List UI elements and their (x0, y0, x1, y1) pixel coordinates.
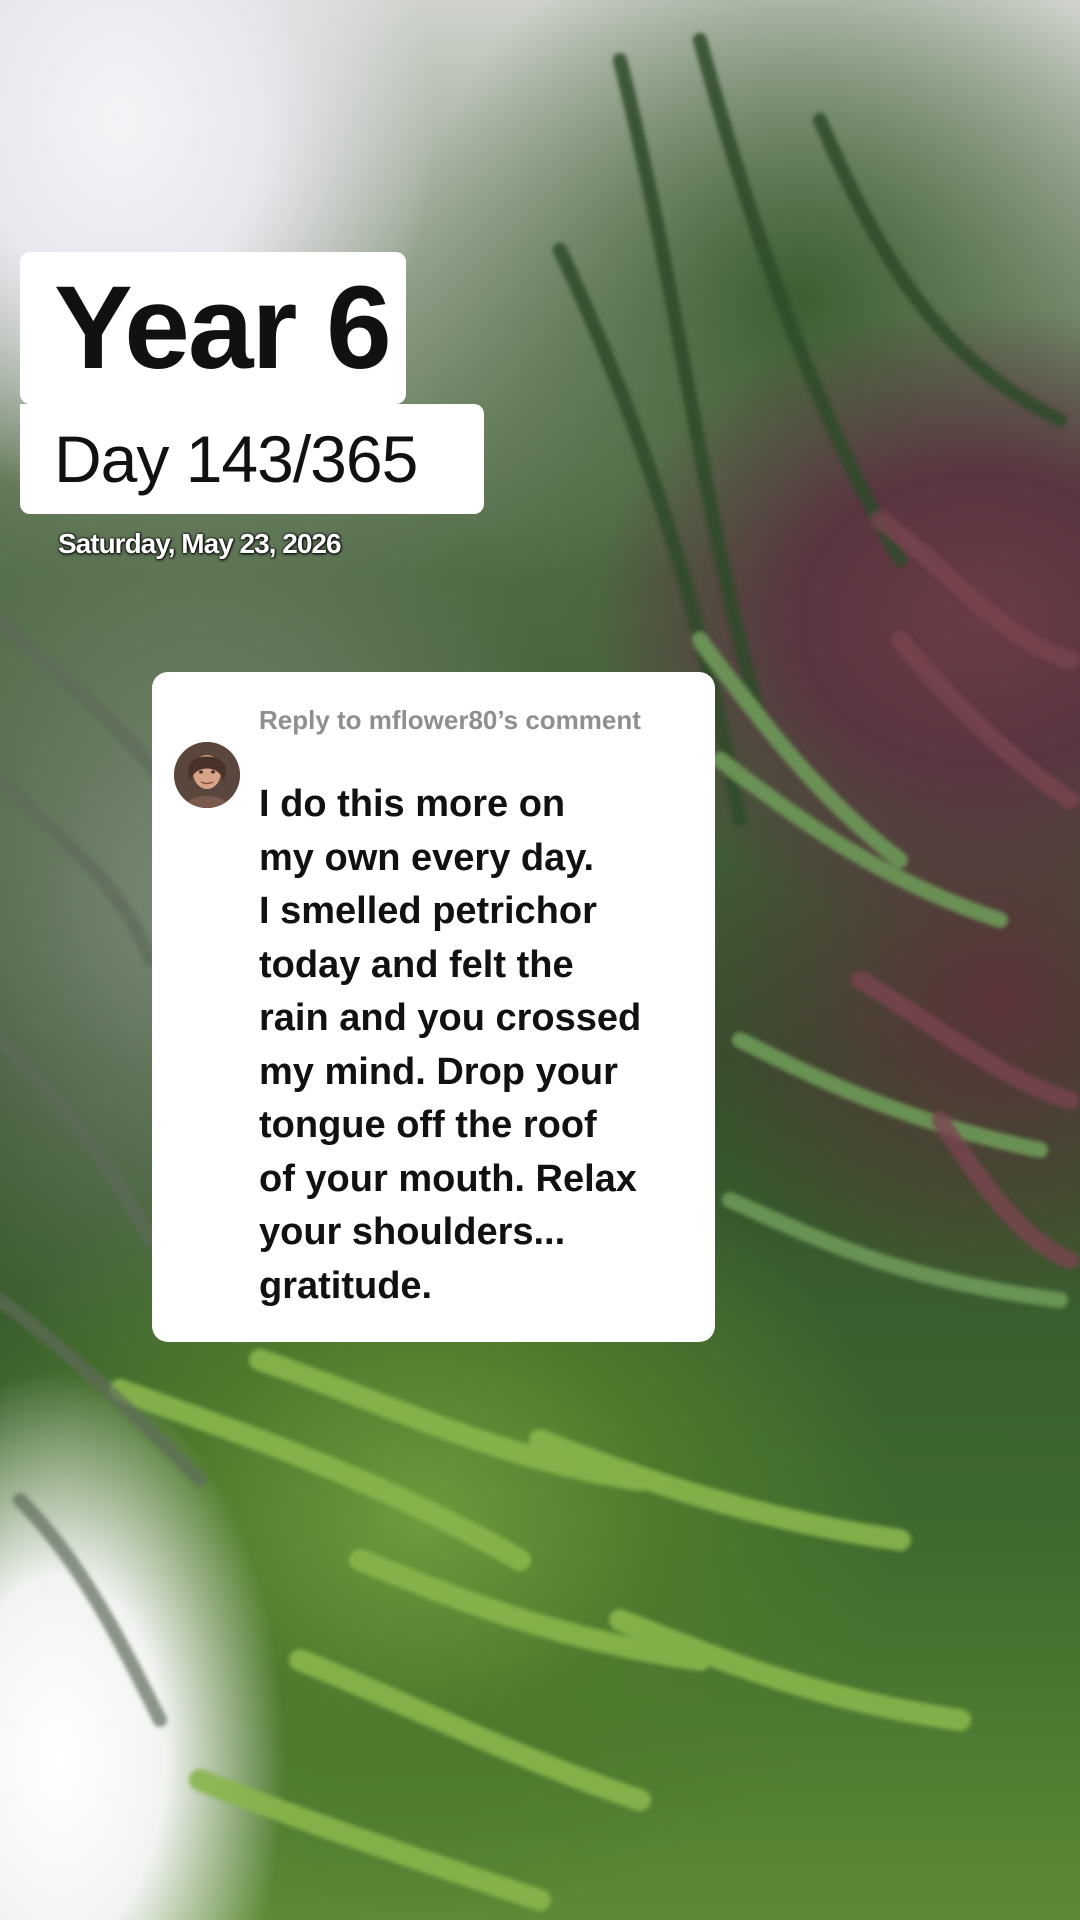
comment-line: rain and you crossed (259, 997, 642, 1039)
user-avatar-icon[interactable] (174, 742, 240, 808)
comment-line: tongue off the roof (259, 1104, 597, 1146)
comment-line: today and felt the (259, 943, 574, 986)
comment-line: my mind. Drop your (259, 1050, 618, 1093)
comment-line: my own every day. (259, 836, 595, 879)
comment-line: gratitude. (259, 1264, 433, 1307)
comment-line: I do this more on (259, 783, 566, 825)
year-title: Year 6 (54, 262, 392, 394)
day-counter-card: Day 143/365 (20, 404, 484, 514)
day-counter: Day 143/365 (54, 422, 418, 496)
comment-line: your shoulders... (259, 1211, 566, 1253)
date-caption: Saturday, May 23, 2026 (58, 528, 342, 559)
comment-line: I smelled petrichor (259, 890, 597, 932)
reply-to-header: Reply to mflower80’s comment (259, 705, 641, 735)
reply-comment-sticker[interactable]: Reply to mflower80’s comment I do this m… (152, 672, 715, 1342)
video-frame: Year 6 Day 143/365 Saturday, May 23, 202… (0, 0, 1080, 1920)
year-title-card: Year 6 (20, 252, 406, 404)
reply-comment-text: I do this more on my own every day. I sm… (259, 778, 699, 1313)
comment-line: of your mouth. Relax (259, 1157, 637, 1200)
